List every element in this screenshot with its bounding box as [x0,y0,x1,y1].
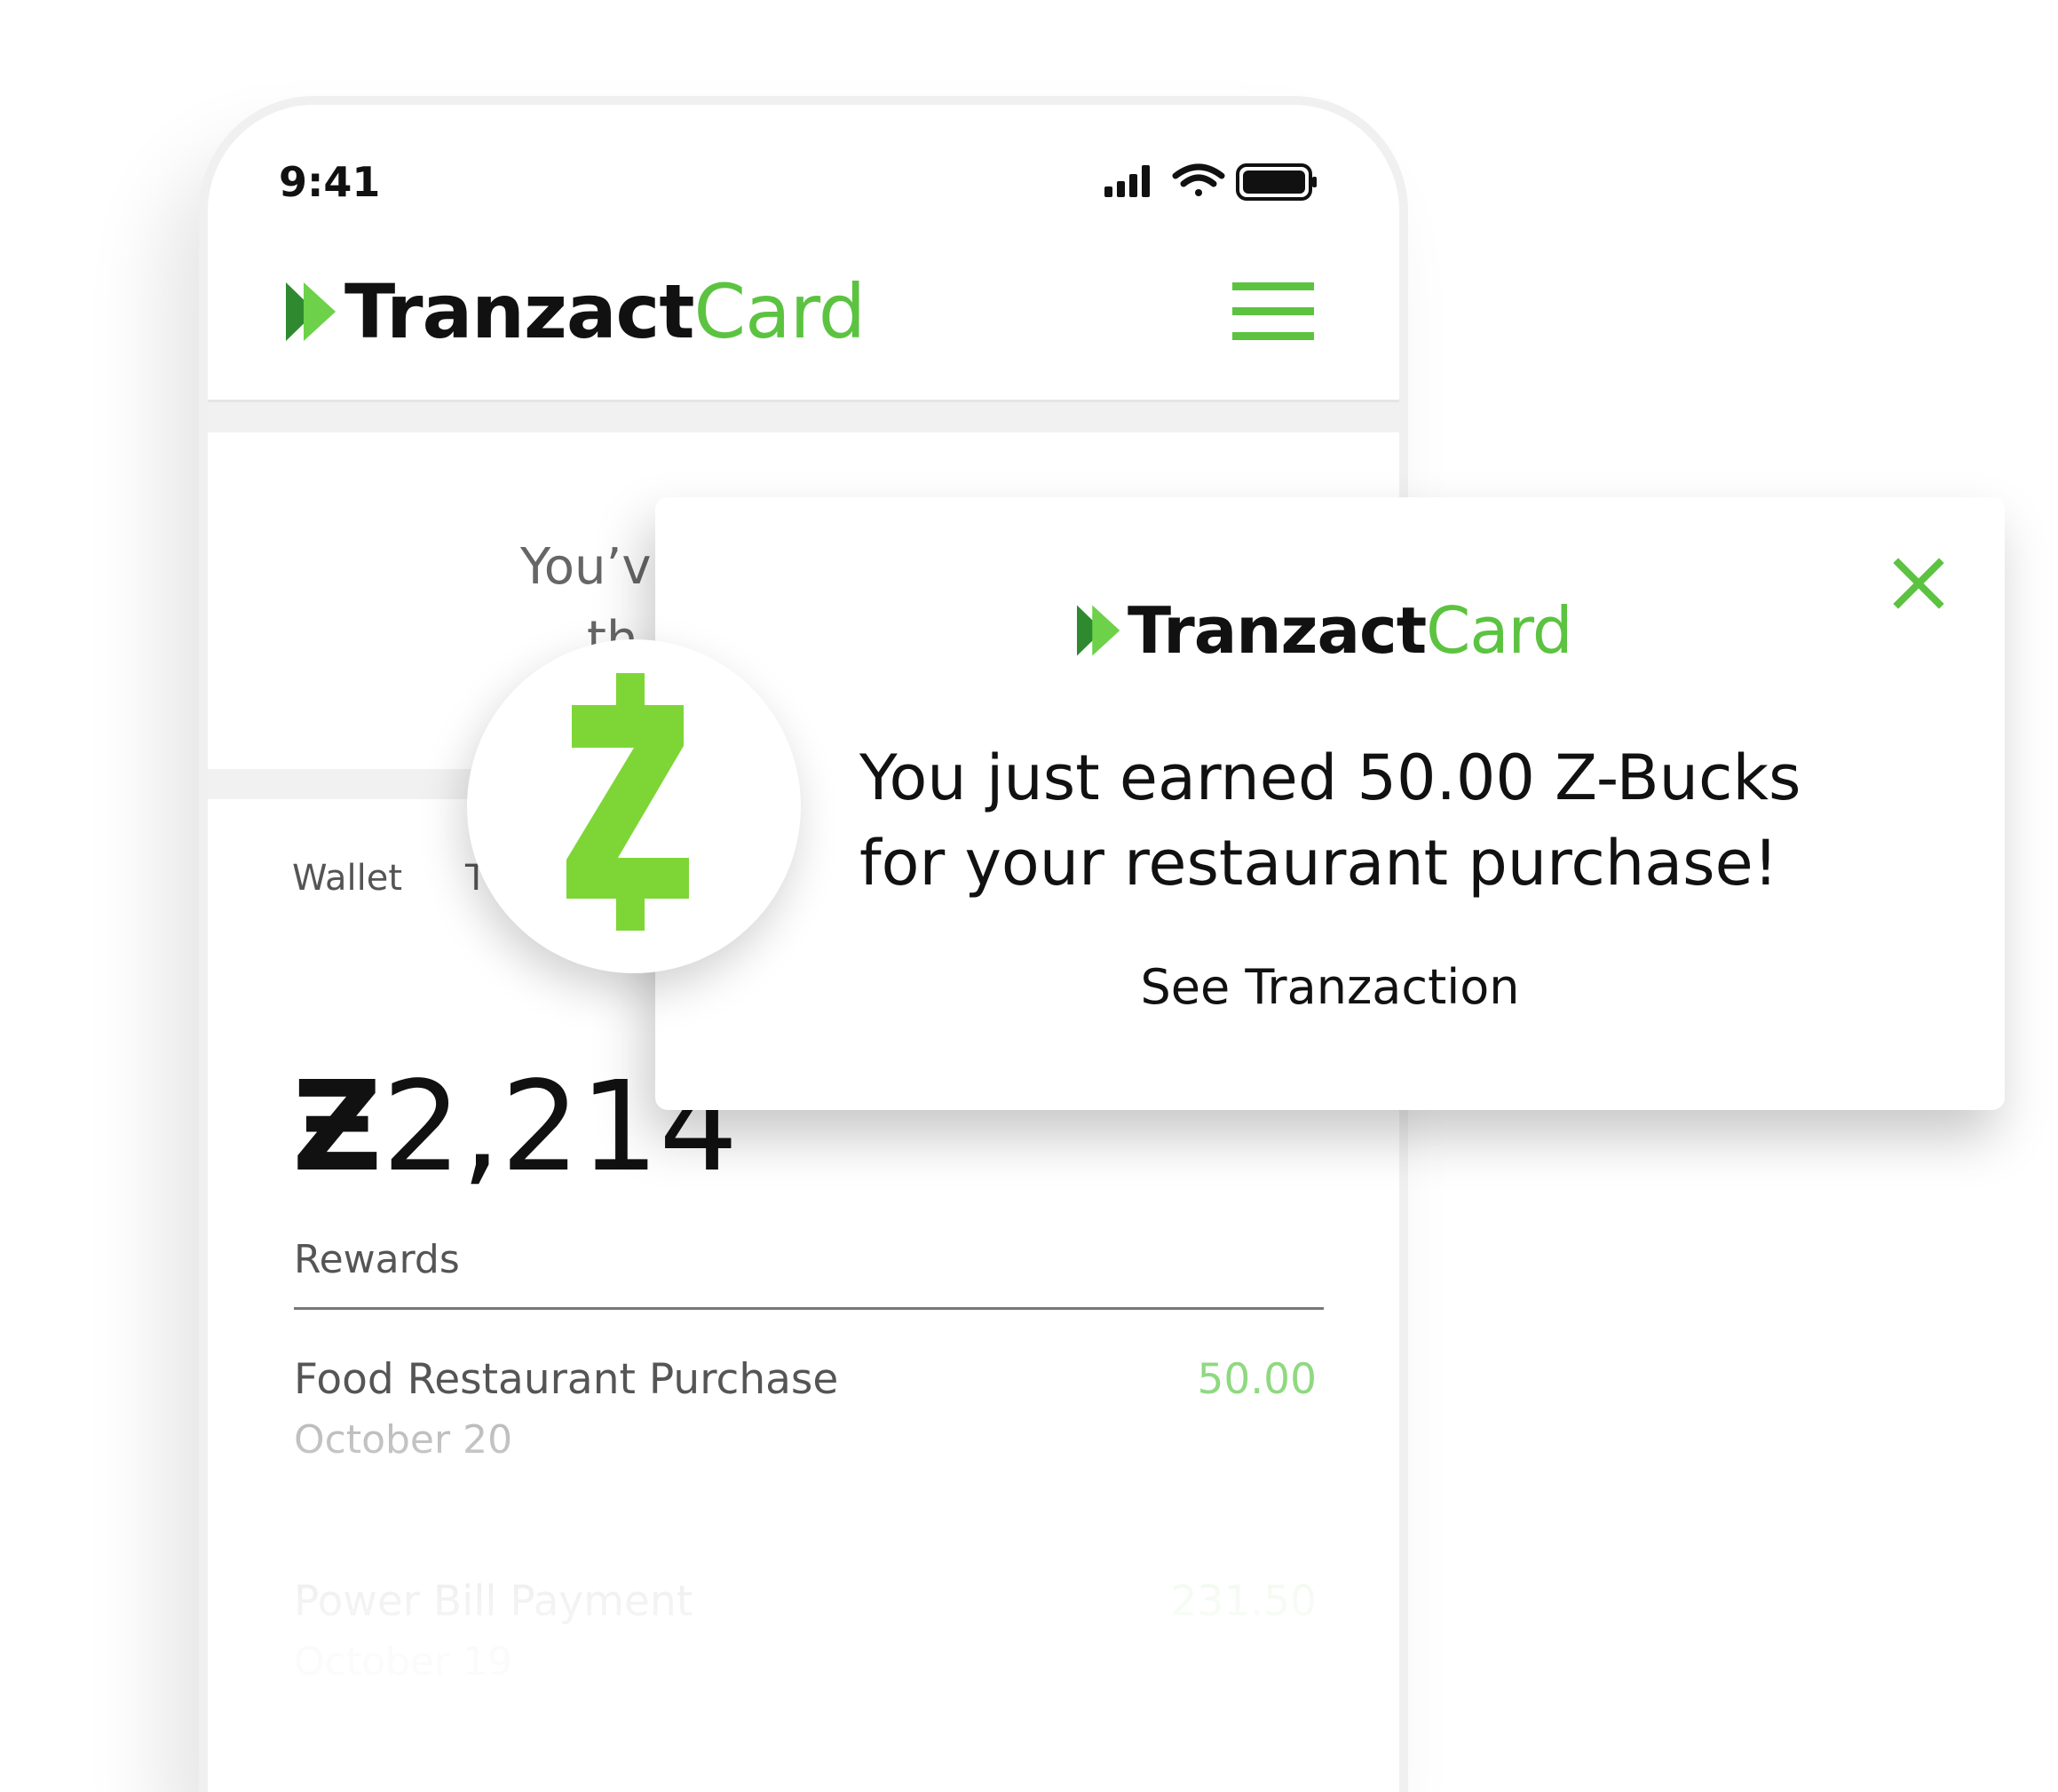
z-bucks-badge [467,639,801,973]
notification-message-line1: You just earned 50.00 Z-Bucks [859,741,1801,814]
brand-name: Tranzact [1128,593,1427,668]
hamburger-icon [1232,282,1314,290]
hamburger-icon-bar [1232,332,1314,340]
play-logo-icon [286,282,336,341]
z-bucks-icon [566,673,689,931]
menu-button[interactable] [1232,282,1314,341]
transaction-amount: 50.00 [1197,1355,1317,1404]
battery-icon [1236,163,1317,201]
transaction-amount: 231.50 [1170,1577,1317,1626]
wifi-icon [1172,163,1225,196]
play-logo-icon [1077,605,1120,656]
brand-name: Tranzact [344,268,695,355]
rewards-title: Rewards [294,1237,460,1282]
status-time: 9:41 [279,158,381,206]
reward-notification: Tranzact Card You just earned 50.00 Z-Buc… [655,497,2005,1110]
transaction-date: October 19 [294,1639,513,1685]
brand-name-accent: Card [1426,593,1572,668]
notification-message: You just earned 50.00 Z-Bucks for your r… [859,735,1854,906]
list-fade-overlay [208,1259,1399,1792]
close-icon[interactable] [1891,556,1946,611]
z-currency-symbol: Ƶ [292,1055,383,1200]
header-divider [208,400,1399,432]
hamburger-icon-bar [1232,307,1314,315]
app-logo[interactable]: Tranzact Card [286,263,867,361]
signal-icon [1104,165,1150,197]
brand-name-accent: Card [693,268,867,355]
transaction-title: Power Bill Payment [294,1577,693,1626]
rewards-rule [294,1307,1324,1310]
status-icons [1104,163,1317,201]
notification-message-line2: for your restaurant purchase! [859,827,1778,900]
transaction-date: October 20 [294,1417,513,1463]
notification-logo: Tranzact Card [1077,591,1573,670]
transaction-title: Food Restaurant Purchase [294,1355,839,1404]
see-transaction-link[interactable]: See Tranzaction [744,959,1916,1015]
banner-text-partial: You’v [520,538,652,596]
tab-wallet[interactable]: Wallet [292,858,402,899]
